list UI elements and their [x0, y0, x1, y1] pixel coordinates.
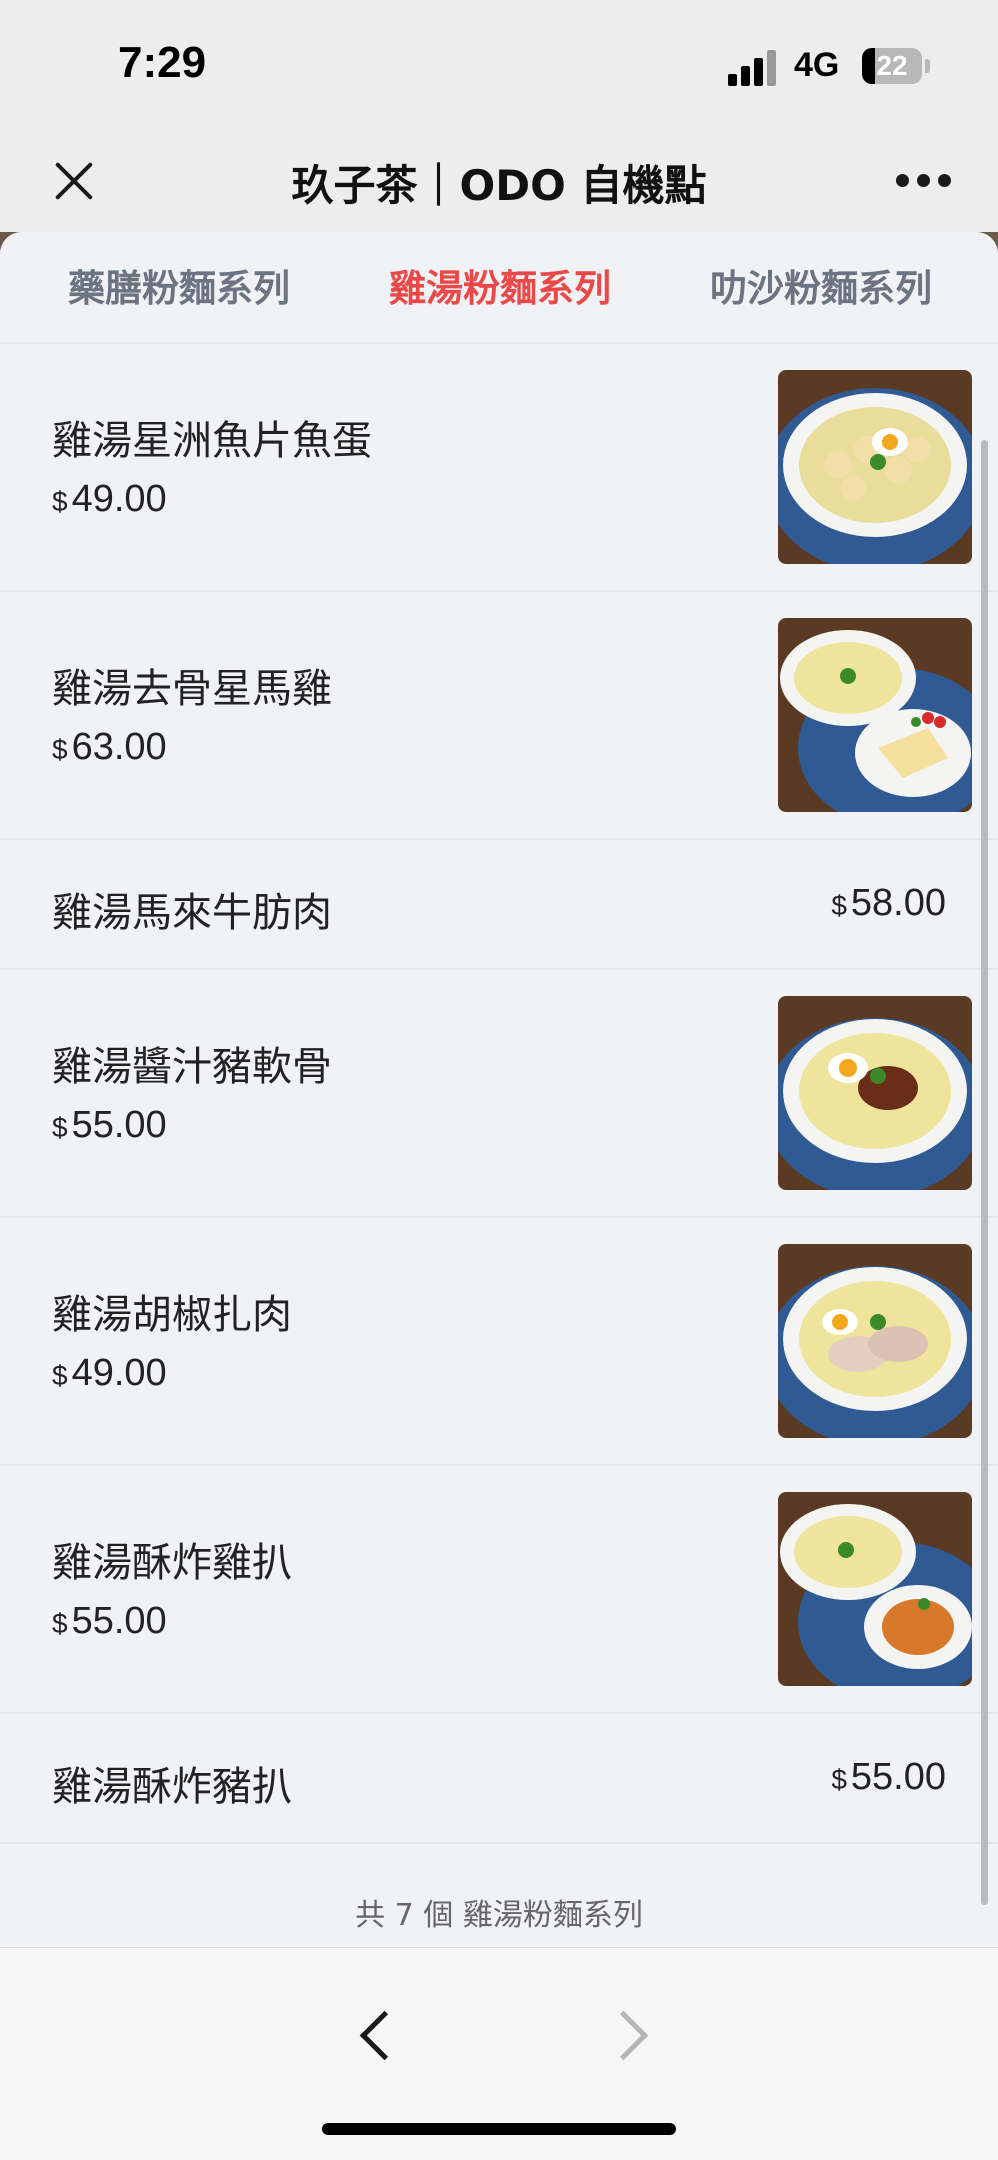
item-price: $49.00 [52, 478, 167, 520]
item-price: $63.00 [52, 726, 167, 768]
battery-tip [925, 59, 930, 73]
menu-item[interactable]: 雞湯星洲魚片魚蛋 $49.00 [0, 344, 998, 592]
home-indicator[interactable] [322, 2123, 676, 2135]
menu-item[interactable]: 雞湯去骨星馬雞 $63.00 [0, 592, 998, 840]
tab-herbal-noodles[interactable]: 藥膳粉麵系列 [68, 258, 290, 312]
item-price: $55.00 [52, 1104, 167, 1146]
chevron-left-icon[interactable] [345, 2008, 405, 2068]
tab-chicken-soup-noodles[interactable]: 雞湯粉麵系列 [389, 258, 611, 312]
item-price: $49.00 [52, 1352, 167, 1394]
menu-item[interactable]: 雞湯胡椒扎肉 $49.00 [0, 1218, 998, 1466]
item-name: 雞湯去骨星馬雞 [52, 666, 332, 712]
item-photo [778, 618, 972, 812]
item-name: 雞湯酥炸雞扒 [52, 1540, 292, 1586]
status-bar: 7:29 4G 22 [0, 0, 998, 132]
battery-percent: 22 [876, 50, 908, 81]
scrollbar[interactable] [981, 440, 988, 1905]
item-name: 雞湯酥炸豬扒 [52, 1764, 292, 1810]
battery-icon: 22 [862, 48, 922, 84]
page-title: 玖子茶｜ODO 自機點 [291, 161, 707, 210]
item-photo [778, 996, 972, 1190]
item-price: $55.00 [52, 1600, 167, 1642]
more-dots-icon[interactable] [896, 174, 952, 188]
item-name: 雞湯醬汁豬軟骨 [52, 1044, 332, 1090]
item-name: 雞湯星洲魚片魚蛋 [52, 418, 372, 464]
item-price: $58.00 [831, 882, 946, 924]
menu-item[interactable]: 雞湯酥炸雞扒 $55.00 [0, 1466, 998, 1714]
network-label: 4G [794, 46, 840, 84]
item-price: $55.00 [831, 1756, 946, 1798]
item-photo [778, 370, 972, 564]
menu-item[interactable]: 雞湯醬汁豬軟骨 $55.00 [0, 970, 998, 1218]
status-time: 7:29 [118, 38, 207, 87]
chevron-right-icon[interactable] [600, 2008, 660, 2068]
close-icon[interactable] [48, 154, 100, 206]
signal-icon [728, 50, 778, 86]
top-nav-bar: 玖子茶｜ODO 自機點 [0, 132, 998, 232]
category-tabs: 藥膳粉麵系列 雞湯粉麵系列 叻沙粉麵系列 [0, 232, 998, 344]
item-name: 雞湯胡椒扎肉 [52, 1292, 292, 1338]
menu-item[interactable]: 雞湯馬來牛肪肉 $58.00 [0, 840, 998, 970]
item-name: 雞湯馬來牛肪肉 [52, 890, 332, 936]
item-photo [778, 1244, 972, 1438]
item-photo [778, 1492, 972, 1686]
menu-content[interactable]: 藥膳粉麵系列 雞湯粉麵系列 叻沙粉麵系列 雞湯星洲魚片魚蛋 $49.00 雞湯去… [0, 232, 998, 1947]
item-count-note: 共 7 個 雞湯粉麵系列 [355, 1898, 643, 1933]
menu-item[interactable]: 雞湯酥炸豬扒 $55.00 [0, 1714, 998, 1844]
tab-laksa-noodles[interactable]: 叻沙粉麵系列 [710, 258, 932, 312]
